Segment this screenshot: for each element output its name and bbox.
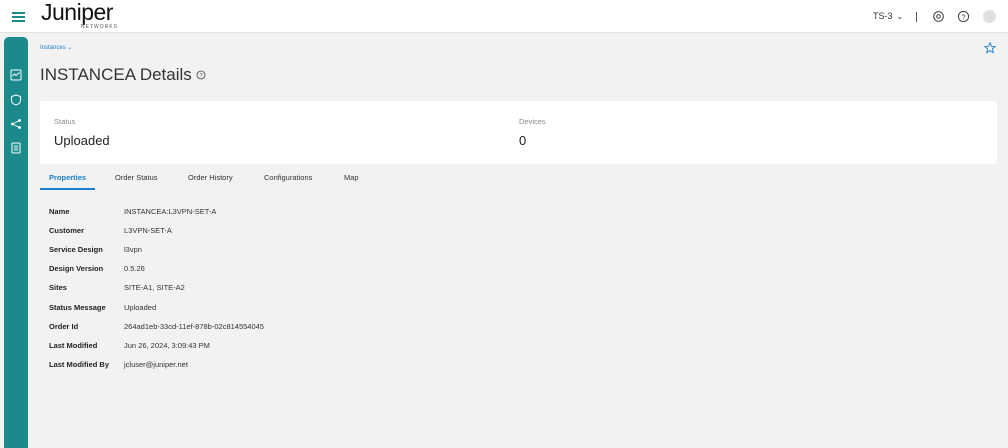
property-value: L3VPN-SET-A <box>124 226 172 235</box>
page-title: INSTANCEA Details <box>40 65 192 84</box>
help-icon[interactable]: ? <box>957 10 970 23</box>
tab-configurations[interactable]: Configurations <box>264 166 312 190</box>
property-label: Design Version <box>49 264 104 273</box>
juniper-logo[interactable]: Juniper NETWORKS <box>41 0 123 30</box>
devices-value: 0 <box>519 133 527 148</box>
menu-icon[interactable] <box>12 12 25 22</box>
property-value: 0.5.26 <box>124 264 145 273</box>
tab-order-history[interactable]: Order History <box>188 166 233 190</box>
tab-map[interactable]: Map <box>344 166 359 190</box>
logo-wordmark: Juniper <box>41 0 113 25</box>
svg-text:?: ? <box>961 12 965 21</box>
breadcrumb-instances[interactable]: Instances <box>40 45 66 51</box>
tenant-selector[interactable]: TS-3 ⌄ <box>873 11 903 21</box>
devices-label: Devices <box>519 117 546 126</box>
property-label: Last Modified <box>49 341 98 350</box>
tenant-name: TS-3 <box>873 11 893 21</box>
breadcrumb[interactable]: Instances ⌄ <box>40 44 72 51</box>
dashboard-icon[interactable] <box>10 69 22 81</box>
property-value: 264ad1eb-33cd-11ef-878b-02c814554045 <box>124 322 264 331</box>
network-share-icon[interactable] <box>10 118 22 130</box>
property-value: INSTANCEA:L3VPN-SET-A <box>124 207 217 216</box>
property-label: Name <box>49 207 70 216</box>
settings-icon[interactable] <box>932 10 945 23</box>
property-label: Status Message <box>49 303 106 312</box>
property-value[interactable]: jcluser@juniper.net <box>124 360 188 369</box>
status-value: Uploaded <box>54 133 110 148</box>
tab-properties[interactable]: Properties <box>40 166 96 190</box>
header-divider <box>916 12 917 22</box>
property-value: l3vpn <box>124 245 142 254</box>
property-value: Jun 26, 2024, 3:09:43 PM <box>124 341 210 350</box>
favorite-star-icon[interactable] <box>984 42 996 54</box>
property-label: Last Modified By <box>49 360 110 369</box>
logo-subtext: NETWORKS <box>81 24 118 30</box>
property-value: Uploaded <box>124 303 157 312</box>
summary-card: Status Uploaded Devices 0 <box>40 101 997 164</box>
help-icon[interactable]: ? <box>196 70 206 80</box>
property-label: Service Design <box>49 245 103 254</box>
tab-bar: Properties Order Status Order History Co… <box>40 166 997 190</box>
sidebar <box>4 37 28 448</box>
property-label: Sites <box>49 283 67 292</box>
top-header: Juniper NETWORKS TS-3 ⌄ ? <box>0 0 1008 33</box>
avatar[interactable] <box>983 10 996 23</box>
chevron-down-icon: ⌄ <box>67 45 73 51</box>
document-icon[interactable] <box>10 142 22 154</box>
tab-order-status[interactable]: Order Status <box>115 166 158 190</box>
status-label: Status <box>54 117 76 126</box>
property-value: SITE-A1, SITE-A2 <box>124 283 185 292</box>
chevron-down-icon: ⌄ <box>896 12 904 21</box>
shield-icon[interactable] <box>10 94 22 106</box>
property-label: Customer <box>49 226 85 235</box>
property-label: Order Id <box>49 322 79 331</box>
